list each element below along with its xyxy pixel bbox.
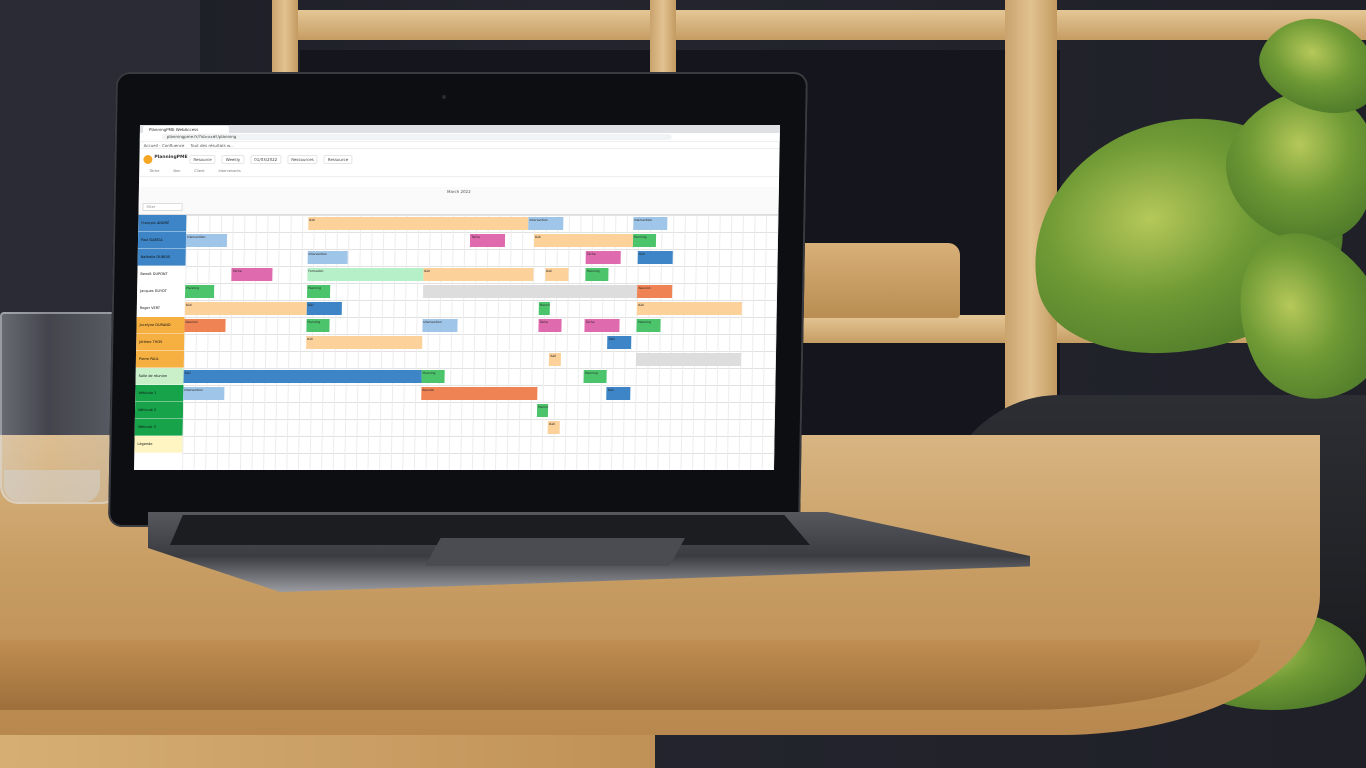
resource-row[interactable]: Pierre PAUL bbox=[135, 351, 185, 368]
resource-row[interactable]: Roger VERT bbox=[136, 300, 185, 317]
url-input[interactable]: planningpme.fr/?id=xx#!/planning bbox=[161, 134, 672, 140]
toolbar-view[interactable]: Weekly bbox=[221, 154, 245, 164]
month-label: March 2022 bbox=[446, 189, 471, 194]
shelf-post-left bbox=[272, 0, 298, 80]
task-bar[interactable]: Intervention bbox=[422, 319, 458, 332]
resource-row[interactable]: Véhicule 1 bbox=[135, 385, 184, 402]
resource-column: François ANDRÉ Paul GARCIA Nathalie DUBOIS… bbox=[134, 215, 187, 470]
resource-row[interactable]: Nathalie DUBOIS bbox=[137, 249, 186, 266]
task-bar[interactable]: Tâche bbox=[231, 268, 273, 281]
task-bar[interactable] bbox=[422, 285, 638, 298]
resource-row[interactable]: François ANDRÉ bbox=[138, 215, 187, 232]
resource-row[interactable]: Jérôme THOS bbox=[136, 334, 185, 351]
task-bar[interactable]: Planning bbox=[536, 404, 549, 417]
laptop-screen: PlanningPME WebAccess planningpme.fr/?id… bbox=[133, 125, 781, 470]
app-name: PlanningPME bbox=[154, 155, 188, 160]
resource-row[interactable]: Paul GARCIA bbox=[137, 232, 187, 249]
task-bar[interactable] bbox=[636, 353, 741, 366]
app-toolbar: PlanningPME Resource Weekly 01/03/2022 R… bbox=[139, 149, 779, 169]
task-bar[interactable]: Formation bbox=[307, 268, 424, 281]
resource-row[interactable]: Véhicule 3 bbox=[134, 419, 183, 436]
task-bar[interactable]: Bâti bbox=[306, 302, 342, 315]
task-bar[interactable]: Bâti bbox=[183, 370, 422, 383]
task-bar[interactable]: Intervention bbox=[183, 387, 225, 400]
task-bar[interactable]: Bâti bbox=[637, 302, 742, 315]
task-bar[interactable]: Bâti bbox=[607, 336, 631, 349]
submenu-item[interactable]: Non bbox=[173, 169, 180, 176]
planning-header: March 2022 Filter bbox=[138, 187, 779, 215]
task-bar[interactable]: Bâti bbox=[184, 302, 307, 315]
task-bar[interactable]: Planning bbox=[632, 234, 656, 247]
laptop-trackpad bbox=[425, 538, 685, 566]
resource-row[interactable]: Benoît DUPONT bbox=[137, 266, 186, 283]
task-bar[interactable]: Planning bbox=[583, 370, 608, 383]
resource-row[interactable]: Véhicule 2 bbox=[134, 402, 184, 419]
task-bar[interactable]: Planning bbox=[538, 302, 551, 315]
task-bar[interactable]: Planning bbox=[636, 319, 661, 332]
task-bar[interactable]: Bâti bbox=[307, 217, 529, 230]
table-edge bbox=[0, 640, 1260, 710]
task-bar[interactable]: Bâti bbox=[423, 268, 534, 281]
task-bar[interactable]: Tâche bbox=[538, 319, 562, 332]
filter-input[interactable]: Filter bbox=[142, 203, 183, 211]
task-bar[interactable]: Tâche bbox=[470, 234, 506, 247]
bookmarks-bar: Accueil - Confluence Tout des résultats … bbox=[139, 142, 780, 149]
resource-row[interactable]: Jocelyne DURAND bbox=[136, 317, 185, 334]
browser-address-bar: planningpme.fr/?id=xx#!/planning bbox=[139, 133, 780, 142]
task-bar[interactable]: Bâti bbox=[549, 353, 562, 366]
task-bar[interactable]: Intervention bbox=[528, 217, 564, 230]
submenu-bar: Tâche Non Client Intervenants bbox=[139, 169, 780, 177]
task-bar[interactable]: Planning bbox=[421, 370, 445, 383]
task-bar[interactable]: Intervention bbox=[185, 234, 227, 247]
submenu-item[interactable]: Intervenants bbox=[218, 169, 240, 176]
task-bar[interactable]: Planning bbox=[306, 319, 330, 332]
resource-row[interactable]: Salle de réunion bbox=[135, 368, 184, 385]
resource-row[interactable]: Jacques GUYOT bbox=[136, 283, 186, 300]
task-bar[interactable]: Planning bbox=[306, 285, 331, 298]
toolbar-date[interactable]: 01/03/2022 bbox=[250, 154, 282, 164]
task-bar[interactable]: Bâti bbox=[533, 234, 633, 247]
resource-row[interactable]: Légende bbox=[134, 436, 183, 453]
submenu-item[interactable]: Client bbox=[194, 169, 204, 176]
task-bar[interactable]: Tâche bbox=[584, 319, 620, 332]
task-bar[interactable]: Bâti bbox=[606, 387, 631, 400]
shelf-board-top bbox=[290, 10, 1366, 40]
task-bar[interactable]: Intervention bbox=[307, 251, 349, 264]
logo-icon bbox=[143, 155, 153, 164]
task-bar[interactable]: Planning bbox=[184, 285, 215, 298]
submenu-item[interactable]: Tâche bbox=[149, 169, 159, 176]
task-bar[interactable]: Réunion bbox=[421, 387, 538, 400]
toolbar-resources[interactable]: Ressources bbox=[287, 154, 318, 164]
bookmark-item[interactable]: Tout des résultats w... bbox=[190, 143, 233, 148]
task-bar[interactable]: Réunion bbox=[184, 319, 226, 332]
task-bar[interactable]: Planning bbox=[585, 268, 609, 281]
toolbar-resource-filter[interactable]: Ressource bbox=[323, 154, 353, 164]
task-bar[interactable]: Bâti bbox=[548, 421, 560, 434]
photo-scene: PlanningPME WebAccess planningpme.fr/?id… bbox=[0, 0, 1366, 768]
glass-base bbox=[4, 470, 100, 502]
planning-grid[interactable]: Bâti Intervention Intervention Intervention… bbox=[181, 215, 779, 470]
browser-tab[interactable]: PlanningPME WebAccess bbox=[142, 125, 230, 133]
app-logo: PlanningPME bbox=[143, 152, 188, 166]
browser-tab-strip: PlanningPME WebAccess bbox=[139, 125, 781, 133]
task-bar[interactable]: Bâti bbox=[637, 251, 673, 264]
webcam-dot bbox=[442, 95, 446, 99]
toolbar-resource[interactable]: Resource bbox=[189, 154, 216, 164]
task-bar[interactable]: Bâti bbox=[544, 268, 569, 281]
task-bar[interactable]: Tâche bbox=[585, 251, 621, 264]
bookmark-item[interactable]: Accueil - Confluence bbox=[144, 143, 185, 148]
task-bar[interactable]: Bâti bbox=[305, 336, 423, 349]
task-bar[interactable]: Réunion bbox=[637, 285, 673, 298]
task-bar[interactable]: Intervention bbox=[632, 217, 668, 230]
